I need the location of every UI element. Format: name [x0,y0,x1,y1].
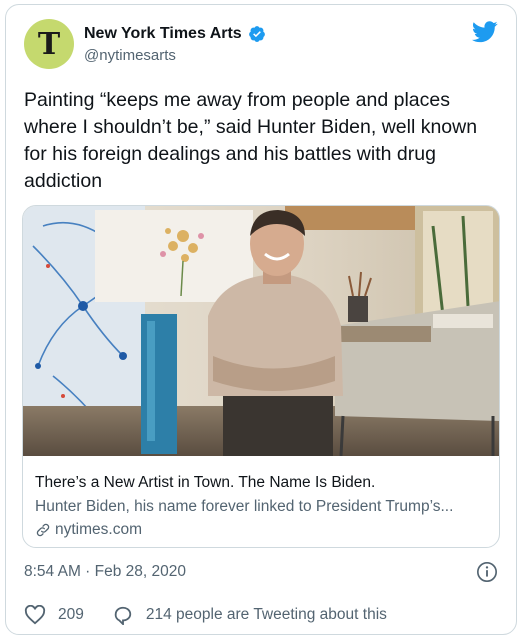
link-title[interactable]: There’s a New Artist in Town. The Name I… [35,474,375,492]
tweet-actions: 209 214 people are Tweeting about this [24,605,387,625]
like-count[interactable]: 209 [58,606,84,624]
info-icon[interactable] [476,561,498,583]
link-domain: nytimes.com [55,521,142,538]
handle[interactable]: @nytimesarts [84,47,176,64]
article-photo [23,206,499,456]
speech-bubble-icon[interactable] [112,605,134,625]
tweet-card[interactable]: T New York Times Arts @nytimesarts Paint… [5,4,517,635]
twitter-bird-icon[interactable] [472,21,498,43]
verified-badge-icon [248,26,265,42]
heart-icon[interactable] [24,605,46,625]
tweet-text: Painting “keeps me away from people and … [24,89,478,192]
tweet-timestamp[interactable]: 8:54 AM · Feb 28, 2020 [24,563,186,581]
link-domain-row: nytimes.com [35,521,142,539]
conversation-count[interactable]: 214 people are Tweeting about this [146,606,387,624]
link-icon [36,523,50,537]
avatar-logo: T [37,26,61,62]
author-name-row: New York Times Arts [84,25,266,43]
link-preview-card[interactable]: There’s a New Artist in Town. The Name I… [22,205,500,548]
avatar[interactable]: T [24,19,74,69]
display-name[interactable]: New York Times Arts [84,25,242,43]
link-description: Hunter Biden, his name forever linked to… [35,498,454,515]
